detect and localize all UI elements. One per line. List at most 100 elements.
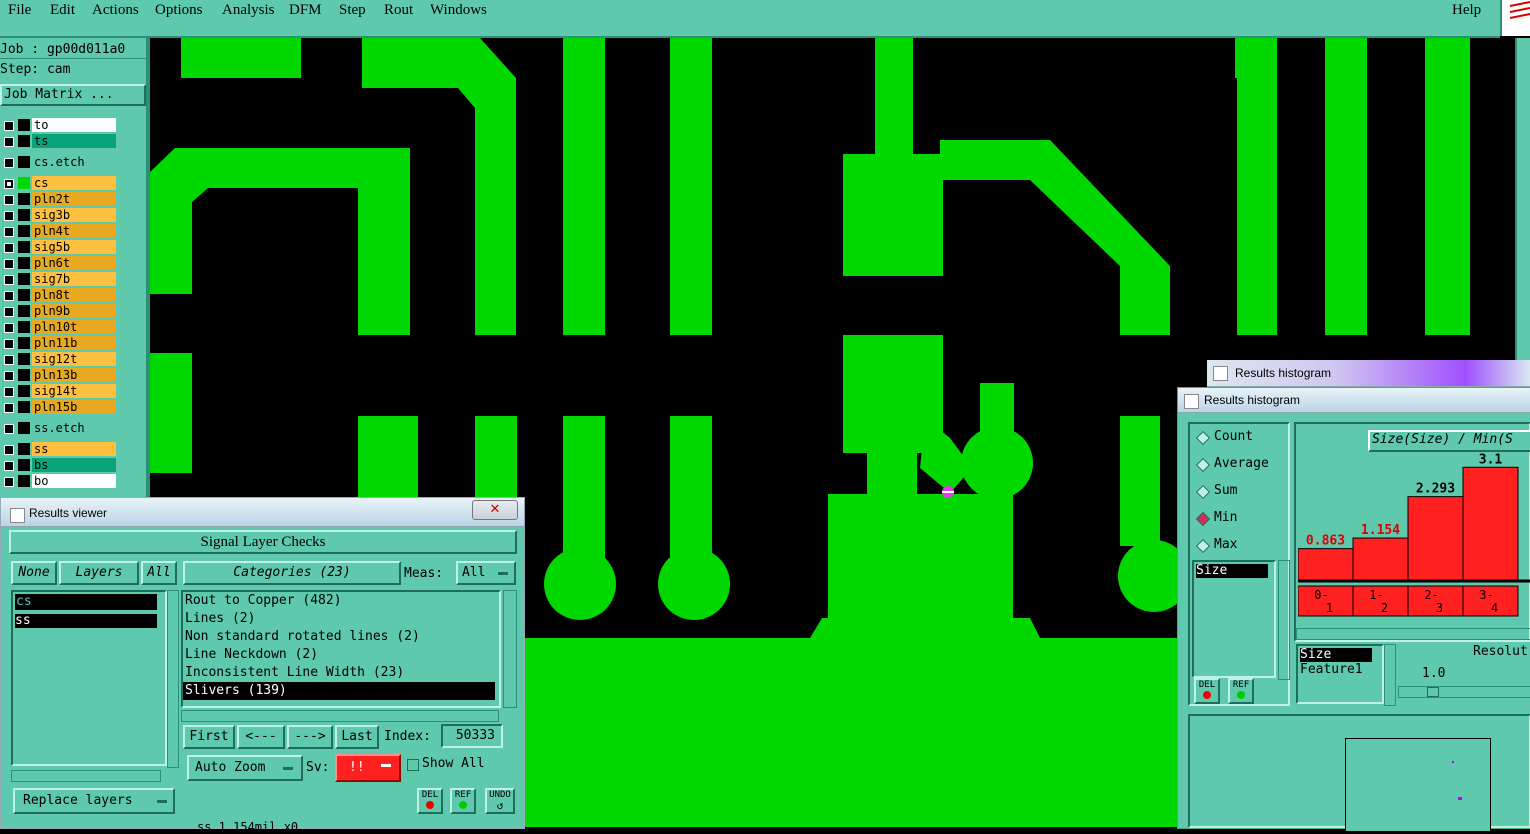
- menu-help[interactable]: Help: [1452, 2, 1481, 19]
- layer-checkbox[interactable]: [4, 121, 14, 131]
- layer-checkbox[interactable]: [4, 195, 14, 205]
- mode-option-count[interactable]: Count: [1195, 428, 1286, 448]
- close-icon[interactable]: ✕: [472, 500, 518, 520]
- layer-checkbox[interactable]: [4, 307, 14, 317]
- menu-step[interactable]: Step: [339, 2, 366, 19]
- layer-checkbox[interactable]: [4, 158, 14, 168]
- attribute-item[interactable]: Size: [1196, 564, 1268, 578]
- layer-row[interactable]: pln10t: [0, 320, 146, 336]
- layer-row[interactable]: pln4t: [0, 224, 146, 240]
- layer-checkbox[interactable]: [4, 291, 14, 301]
- layer-checkbox[interactable]: [4, 211, 14, 221]
- attr-scrollbar[interactable]: [1278, 560, 1290, 680]
- mode-option-min[interactable]: Min: [1195, 509, 1286, 529]
- ref-button[interactable]: REF: [450, 788, 476, 814]
- layer-checkbox[interactable]: [4, 403, 14, 413]
- none-button[interactable]: None: [11, 561, 57, 585]
- layer-checkbox[interactable]: [4, 275, 14, 285]
- category-item[interactable]: Rout to Copper (482): [183, 592, 495, 610]
- attribute-list[interactable]: Size: [1192, 560, 1276, 678]
- layer-checkbox[interactable]: [4, 424, 14, 434]
- menu-rout[interactable]: Rout: [384, 2, 413, 19]
- layer-checkbox[interactable]: [4, 477, 14, 487]
- layer-row[interactable]: bo: [0, 474, 146, 490]
- menu-dfm[interactable]: DFM: [289, 2, 322, 19]
- menu-edit[interactable]: Edit: [50, 2, 75, 19]
- layer-checkbox[interactable]: [4, 371, 14, 381]
- histogram-title[interactable]: Results histogram: [1178, 388, 1530, 413]
- bin-item-feature[interactable]: Feature1: [1300, 662, 1380, 678]
- category-scrollbar[interactable]: [503, 590, 517, 708]
- menu-windows[interactable]: Windows: [430, 2, 487, 19]
- mode-option-max[interactable]: Max: [1195, 536, 1286, 556]
- layer-checkbox[interactable]: [4, 461, 14, 471]
- layer-row[interactable]: pln11b: [0, 336, 146, 352]
- category-item[interactable]: Inconsistent Line Width (23): [183, 664, 495, 682]
- histogram-back-title[interactable]: Results histogram: [1207, 360, 1530, 387]
- category-list[interactable]: Rout to Copper (482) Lines (2) Non standar…: [181, 590, 501, 708]
- layers-button[interactable]: Layers: [59, 561, 139, 585]
- del-button[interactable]: DEL: [417, 788, 443, 814]
- layer-checkbox[interactable]: [4, 243, 14, 253]
- bin-list[interactable]: Size Feature1: [1296, 644, 1384, 704]
- layer-result-item[interactable]: cs: [15, 594, 157, 610]
- category-item[interactable]: Slivers (139): [183, 682, 495, 700]
- replace-layers-dropdown[interactable]: Replace layers: [13, 788, 175, 814]
- layer-row[interactable]: cs: [0, 176, 146, 192]
- meas-dropdown[interactable]: All: [456, 561, 516, 585]
- menu-actions[interactable]: Actions: [92, 2, 139, 19]
- next-button[interactable]: --->: [287, 725, 333, 749]
- undo-button[interactable]: UNDO ↺: [485, 788, 515, 814]
- all-button[interactable]: All: [141, 561, 177, 585]
- first-button[interactable]: First: [183, 725, 235, 749]
- layer-row[interactable]: ss.etch: [0, 421, 146, 437]
- resolution-slider[interactable]: [1398, 686, 1530, 698]
- layer-checkbox[interactable]: [4, 387, 14, 397]
- layer-row[interactable]: bs: [0, 458, 146, 474]
- category-item[interactable]: Line Neckdown (2): [183, 646, 495, 664]
- layer-list-hscroll[interactable]: [11, 770, 161, 782]
- menu-analysis[interactable]: Analysis: [222, 2, 275, 19]
- layer-row[interactable]: pln15b: [0, 400, 146, 416]
- category-item[interactable]: Non standard rotated lines (2): [183, 628, 495, 646]
- prev-button[interactable]: <---: [237, 725, 285, 749]
- layer-checkbox[interactable]: [4, 259, 14, 269]
- category-hscroll[interactable]: [181, 710, 499, 722]
- zoom-dropdown[interactable]: Auto Zoom: [187, 755, 303, 781]
- layer-checkbox[interactable]: [4, 445, 14, 455]
- layer-row[interactable]: pln9b: [0, 304, 146, 320]
- last-button[interactable]: Last: [335, 725, 379, 749]
- mode-option-sum[interactable]: Sum: [1195, 482, 1286, 502]
- layer-row[interactable]: ss: [0, 442, 146, 458]
- chart-hscroll[interactable]: [1296, 628, 1530, 640]
- category-item[interactable]: Lines (2): [183, 610, 495, 628]
- results-viewer-title[interactable]: Results viewer: [1, 498, 524, 527]
- layer-row[interactable]: pln6t: [0, 256, 146, 272]
- show-all-checkbox[interactable]: [407, 759, 419, 771]
- bin-item-size[interactable]: Size: [1300, 648, 1372, 662]
- index-field[interactable]: 50333: [441, 724, 503, 748]
- layer-row[interactable]: to: [0, 118, 146, 134]
- menu-options[interactable]: Options: [155, 2, 203, 19]
- layer-checkbox[interactable]: [4, 227, 14, 237]
- layer-row[interactable]: cs.etch: [0, 155, 146, 171]
- mode-option-average[interactable]: Average: [1195, 455, 1286, 475]
- layer-row[interactable]: pln8t: [0, 288, 146, 304]
- layer-row[interactable]: pln2t: [0, 192, 146, 208]
- job-matrix-button[interactable]: Job Matrix ...: [0, 84, 146, 106]
- layer-checkbox[interactable]: [4, 323, 14, 333]
- layer-checkbox[interactable]: [4, 355, 14, 365]
- layer-row[interactable]: sig5b: [0, 240, 146, 256]
- layer-row[interactable]: sig14t: [0, 384, 146, 400]
- layer-row[interactable]: sig3b: [0, 208, 146, 224]
- layer-row[interactable]: sig7b: [0, 272, 146, 288]
- bin-scrollbar[interactable]: [1384, 644, 1396, 706]
- menu-file[interactable]: File: [8, 2, 31, 19]
- layer-row[interactable]: pln13b: [0, 368, 146, 384]
- categories-button[interactable]: Categories (23): [183, 561, 401, 585]
- layer-row[interactable]: ts: [0, 134, 146, 150]
- layer-checkbox[interactable]: [4, 137, 14, 147]
- del-button[interactable]: DEL: [1194, 678, 1220, 704]
- layer-row[interactable]: sig12t: [0, 352, 146, 368]
- ref-button[interactable]: REF: [1228, 678, 1254, 704]
